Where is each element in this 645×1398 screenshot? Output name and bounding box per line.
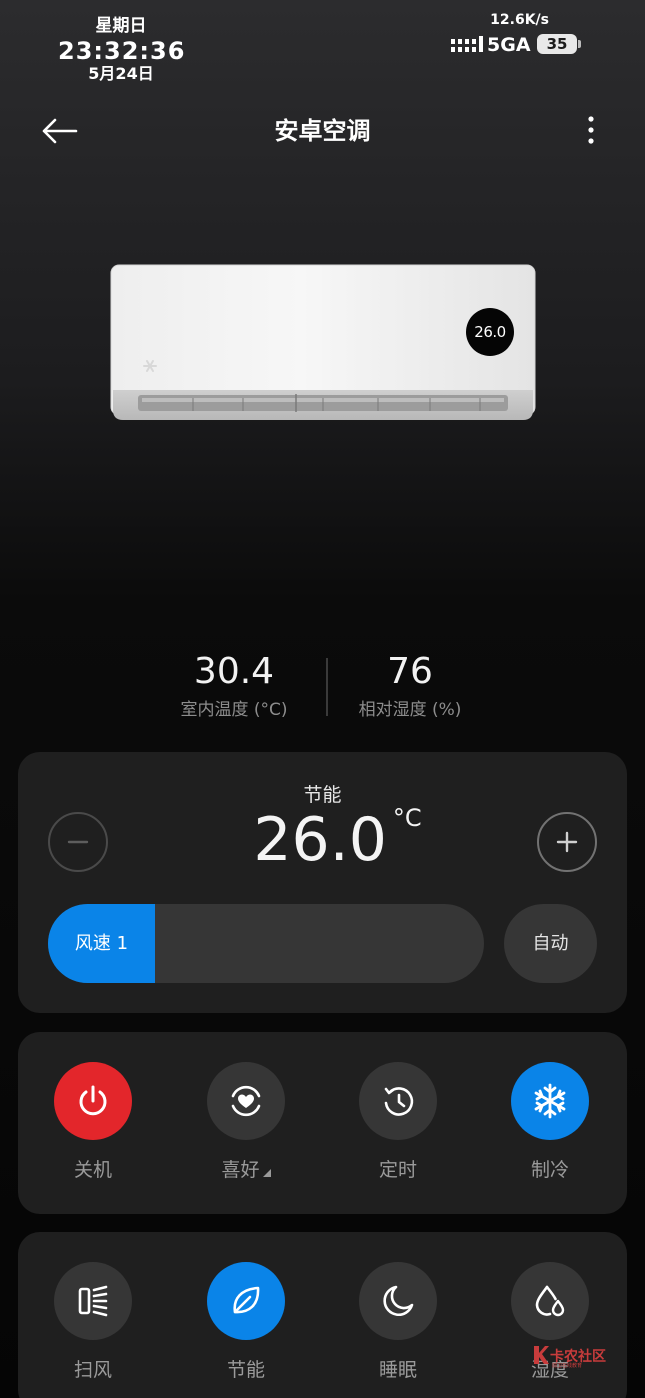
- watermark-logo-icon: [534, 1346, 549, 1364]
- watermark-subtext: 前卫在线教育: [552, 1363, 583, 1369]
- status-date: 5月24日: [88, 64, 154, 83]
- sleep-button-circle: [359, 1262, 437, 1340]
- indoor-temperature-reading: 30.4 室内温度 (°C): [134, 650, 334, 722]
- water-drop-icon: [535, 1285, 565, 1317]
- power-off-button[interactable]: 关机: [33, 1062, 153, 1182]
- humidity-reading: 76 相对湿度 (%): [310, 650, 510, 722]
- favorite-label: 喜好: [186, 1158, 306, 1182]
- power-icon: [79, 1085, 107, 1116]
- modes-card: 扫风 节能 睡眠 湿度: [18, 1232, 627, 1398]
- power-button-circle: [54, 1062, 132, 1140]
- battery-icon: 35: [537, 34, 581, 54]
- energy-saving-button-circle: [207, 1262, 285, 1340]
- set-temperature-value: 26.0: [253, 805, 387, 875]
- swing-louver-icon: [78, 1285, 108, 1317]
- more-options-button[interactable]: [574, 112, 608, 150]
- set-temperature-display: 26.0 °C: [18, 802, 627, 878]
- ac-display-temperature: 26.0: [466, 308, 514, 356]
- timer-button[interactable]: 定时: [338, 1062, 458, 1182]
- energy-saving-button[interactable]: 节能: [186, 1262, 306, 1382]
- timer-button-circle: [359, 1062, 437, 1140]
- network-type: 5GA: [487, 34, 531, 56]
- sleep-label: 睡眠: [378, 1359, 417, 1381]
- swing-button[interactable]: 扫风: [33, 1262, 153, 1382]
- favorite-label-text: 喜好: [221, 1159, 260, 1181]
- cooling-mode-button[interactable]: 制冷: [490, 1062, 610, 1182]
- fan-speed-label: 风速 1: [74, 933, 129, 954]
- snowflake-icon: [534, 1083, 566, 1119]
- favorite-heart-icon: [231, 1085, 261, 1117]
- cooling-button-circle: [511, 1062, 589, 1140]
- status-time: 23:32:36: [58, 37, 186, 65]
- timer-clock-icon: [384, 1087, 414, 1116]
- more-vertical-icon: [588, 116, 594, 144]
- swing-label: 扫风: [73, 1359, 112, 1381]
- indoor-temperature-label: 室内温度 (°C): [180, 700, 288, 720]
- fan-auto-button[interactable]: 自动: [504, 904, 597, 983]
- plus-icon: [556, 831, 578, 853]
- dropdown-caret-icon: [262, 1169, 271, 1177]
- fan-speed-slider[interactable]: 风速 1: [48, 904, 484, 983]
- battery-tip: [578, 40, 581, 48]
- status-weekday: 星期日: [95, 16, 147, 36]
- humidity-value: 76: [387, 651, 433, 692]
- controls-card: 关机 喜好 定时 制冷: [18, 1032, 627, 1214]
- swing-button-circle: [54, 1262, 132, 1340]
- moon-icon: [383, 1285, 414, 1317]
- leaf-icon: [233, 1286, 260, 1314]
- power-off-label: 关机: [73, 1159, 112, 1181]
- timer-label: 定时: [378, 1159, 417, 1181]
- status-clock: 星期日 23:32:36 5月24日: [58, 18, 184, 82]
- temperature-increase-button[interactable]: [537, 812, 597, 872]
- temperature-unit: °C: [392, 804, 422, 832]
- sleep-button[interactable]: 睡眠: [338, 1262, 458, 1382]
- temperature-card: 节能 26.0 °C 风速 1 自动: [18, 752, 627, 1013]
- humidity-label: 相对湿度 (%): [358, 700, 462, 720]
- signal-bars-icon: [451, 36, 483, 52]
- humidity-button-circle: [511, 1262, 589, 1340]
- battery-level: 35: [537, 34, 577, 54]
- watermark: 卡农社区 前卫在线教育: [532, 1342, 612, 1370]
- cooling-label: 制冷: [530, 1159, 569, 1181]
- favorite-button-circle: [207, 1062, 285, 1140]
- indoor-temperature-value: 30.4: [193, 651, 275, 692]
- network-speed: 12.6K/s: [490, 12, 549, 28]
- page-title: 安卓空调: [274, 117, 371, 145]
- favorite-button[interactable]: 喜好: [186, 1062, 306, 1182]
- energy-saving-label: 节能: [226, 1359, 265, 1381]
